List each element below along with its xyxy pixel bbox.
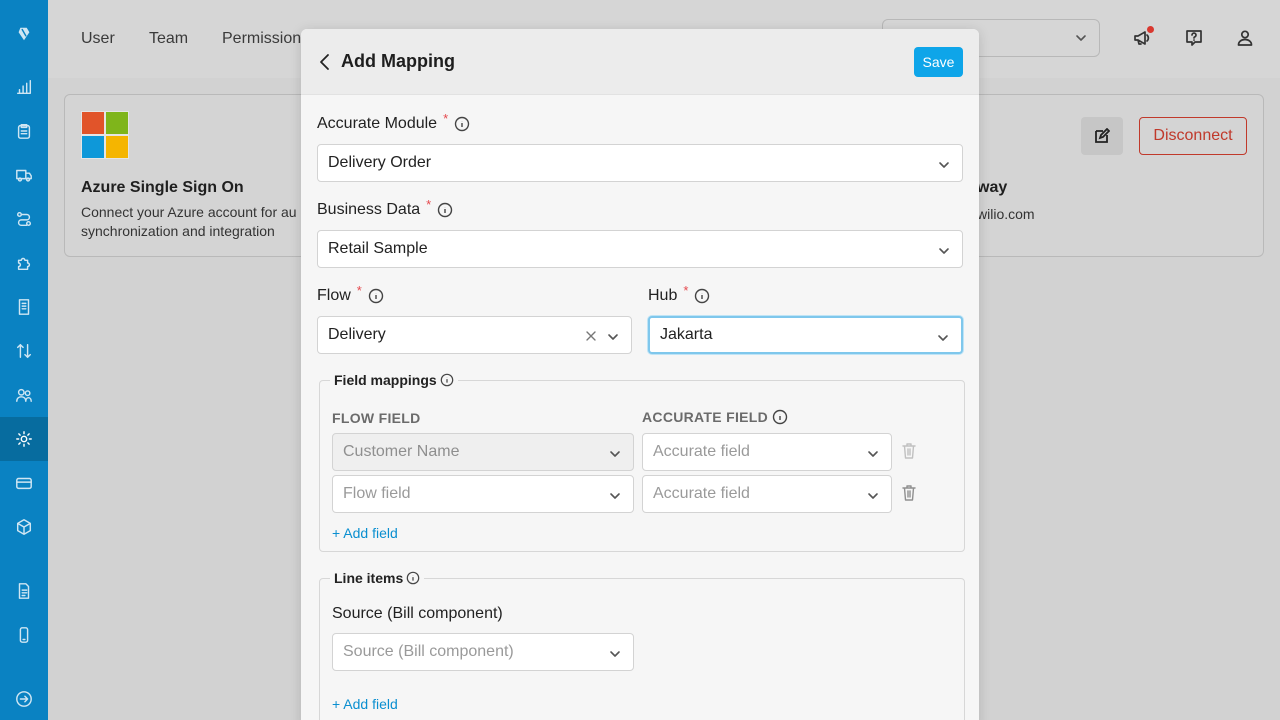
chevron-down-icon — [607, 330, 619, 342]
settings-icon[interactable] — [0, 417, 48, 461]
mobile-icon[interactable] — [0, 613, 48, 657]
logo-icon[interactable] — [0, 12, 48, 56]
required-marker: * — [683, 282, 689, 298]
info-icon[interactable] — [368, 288, 384, 304]
accurate-field-header: ACCURATE FIELD — [642, 409, 788, 425]
flow-field-select: Customer Name — [332, 433, 634, 471]
flow-label: Flow * — [317, 283, 384, 305]
line-items-legend-text: Line items — [334, 570, 404, 586]
required-marker: * — [426, 196, 432, 212]
chevron-down-icon — [609, 447, 621, 459]
hub-value: Jakarta — [660, 326, 713, 343]
flow-field-header: FLOW FIELD — [332, 410, 421, 426]
puzzle-icon[interactable] — [0, 241, 48, 285]
flow-field-placeholder: Flow field — [343, 485, 411, 502]
info-icon[interactable] — [454, 116, 470, 132]
card-right-title: way — [977, 179, 1008, 196]
field-mappings-legend: Field mappings — [330, 372, 458, 388]
edit-icon — [1095, 128, 1110, 143]
chevron-down-icon — [867, 447, 879, 459]
trash-icon[interactable] — [901, 484, 917, 502]
chevron-down-icon — [867, 489, 879, 501]
clipboard-icon[interactable] — [0, 109, 48, 153]
chevron-down-icon — [937, 331, 949, 343]
field-mappings-legend-text: Field mappings — [334, 372, 437, 388]
accurate-module-label-text: Accurate Module — [317, 115, 438, 132]
flow-select[interactable]: Delivery — [317, 316, 632, 354]
chart-icon[interactable] — [0, 65, 48, 109]
card-right-description: wilio.com — [977, 206, 1035, 222]
notification-dot — [1147, 26, 1154, 33]
microsoft-logo-icon — [81, 111, 129, 159]
help-icon[interactable] — [1182, 26, 1206, 50]
business-data-select[interactable]: Retail Sample — [317, 230, 963, 268]
hub-select[interactable]: Jakarta — [648, 316, 963, 354]
hub-label-text: Hub — [648, 287, 678, 304]
user-icon[interactable] — [1233, 26, 1257, 50]
clear-icon[interactable] — [585, 329, 597, 341]
source-select[interactable]: Source (Bill component) — [332, 633, 634, 671]
required-marker: * — [356, 282, 362, 298]
info-icon[interactable] — [440, 373, 454, 387]
card-title: Azure Single Sign On — [81, 179, 244, 196]
info-icon[interactable] — [694, 288, 710, 304]
accurate-field-placeholder: Accurate field — [653, 443, 750, 460]
business-data-value: Retail Sample — [328, 240, 428, 257]
modal-header: Add Mapping Save — [301, 29, 979, 95]
route-icon[interactable] — [0, 197, 48, 241]
sidebar — [0, 0, 48, 720]
back-icon[interactable] — [317, 53, 333, 71]
trash-icon — [901, 442, 917, 460]
flow-field-select[interactable]: Flow field — [332, 475, 634, 513]
disconnect-button[interactable]: Disconnect — [1139, 117, 1247, 155]
flow-field-value: Customer Name — [343, 443, 460, 460]
logout-icon[interactable] — [0, 677, 48, 720]
users-icon[interactable] — [0, 373, 48, 417]
accurate-module-value: Delivery Order — [328, 154, 432, 171]
flow-value: Delivery — [328, 326, 386, 343]
save-button[interactable]: Save — [914, 47, 963, 77]
receipt-icon[interactable] — [0, 285, 48, 329]
document-icon[interactable] — [0, 569, 48, 613]
card-description-line2: synchronization and integration — [81, 223, 275, 239]
credit-card-icon[interactable] — [0, 461, 48, 505]
chevron-down-icon — [609, 489, 621, 501]
modal-title: Add Mapping — [341, 51, 455, 71]
tab-user[interactable]: User — [81, 30, 115, 48]
accurate-field-select[interactable]: Accurate field — [642, 433, 892, 471]
chevron-down-icon — [938, 158, 950, 170]
business-data-label-text: Business Data — [317, 201, 421, 218]
exchange-icon[interactable] — [0, 329, 48, 373]
source-label: Source (Bill component) — [332, 605, 503, 622]
business-data-label: Business Data * — [317, 197, 453, 219]
chevron-down-icon — [1075, 31, 1087, 43]
tab-team[interactable]: Team — [149, 30, 188, 48]
truck-icon[interactable] — [0, 153, 48, 197]
box-icon[interactable] — [0, 505, 48, 549]
add-line-item-link[interactable]: + Add field — [332, 696, 398, 712]
accurate-field-header-text: ACCURATE FIELD — [642, 409, 769, 425]
info-icon[interactable] — [406, 571, 420, 585]
card-description: Connect your Azure account for au — [81, 204, 297, 220]
accurate-field-select[interactable]: Accurate field — [642, 475, 892, 513]
edit-button[interactable] — [1081, 117, 1123, 155]
accurate-module-select[interactable]: Delivery Order — [317, 144, 963, 182]
chevron-down-icon — [938, 244, 950, 256]
chevron-down-icon — [609, 647, 621, 659]
accurate-module-label: Accurate Module * — [317, 111, 470, 133]
add-field-link[interactable]: + Add field — [332, 525, 398, 541]
info-icon[interactable] — [437, 202, 453, 218]
required-marker: * — [443, 110, 449, 126]
info-icon[interactable] — [772, 409, 788, 425]
flow-label-text: Flow — [317, 287, 351, 304]
hub-label: Hub * — [648, 283, 710, 305]
add-mapping-modal: Add Mapping Save Accurate Module * Deliv… — [301, 29, 979, 720]
megaphone-icon[interactable] — [1130, 26, 1154, 50]
source-placeholder: Source (Bill component) — [343, 643, 514, 660]
tab-permission[interactable]: Permission — [222, 30, 301, 48]
line-items-legend: Line items — [330, 570, 425, 586]
accurate-field-placeholder: Accurate field — [653, 485, 750, 502]
